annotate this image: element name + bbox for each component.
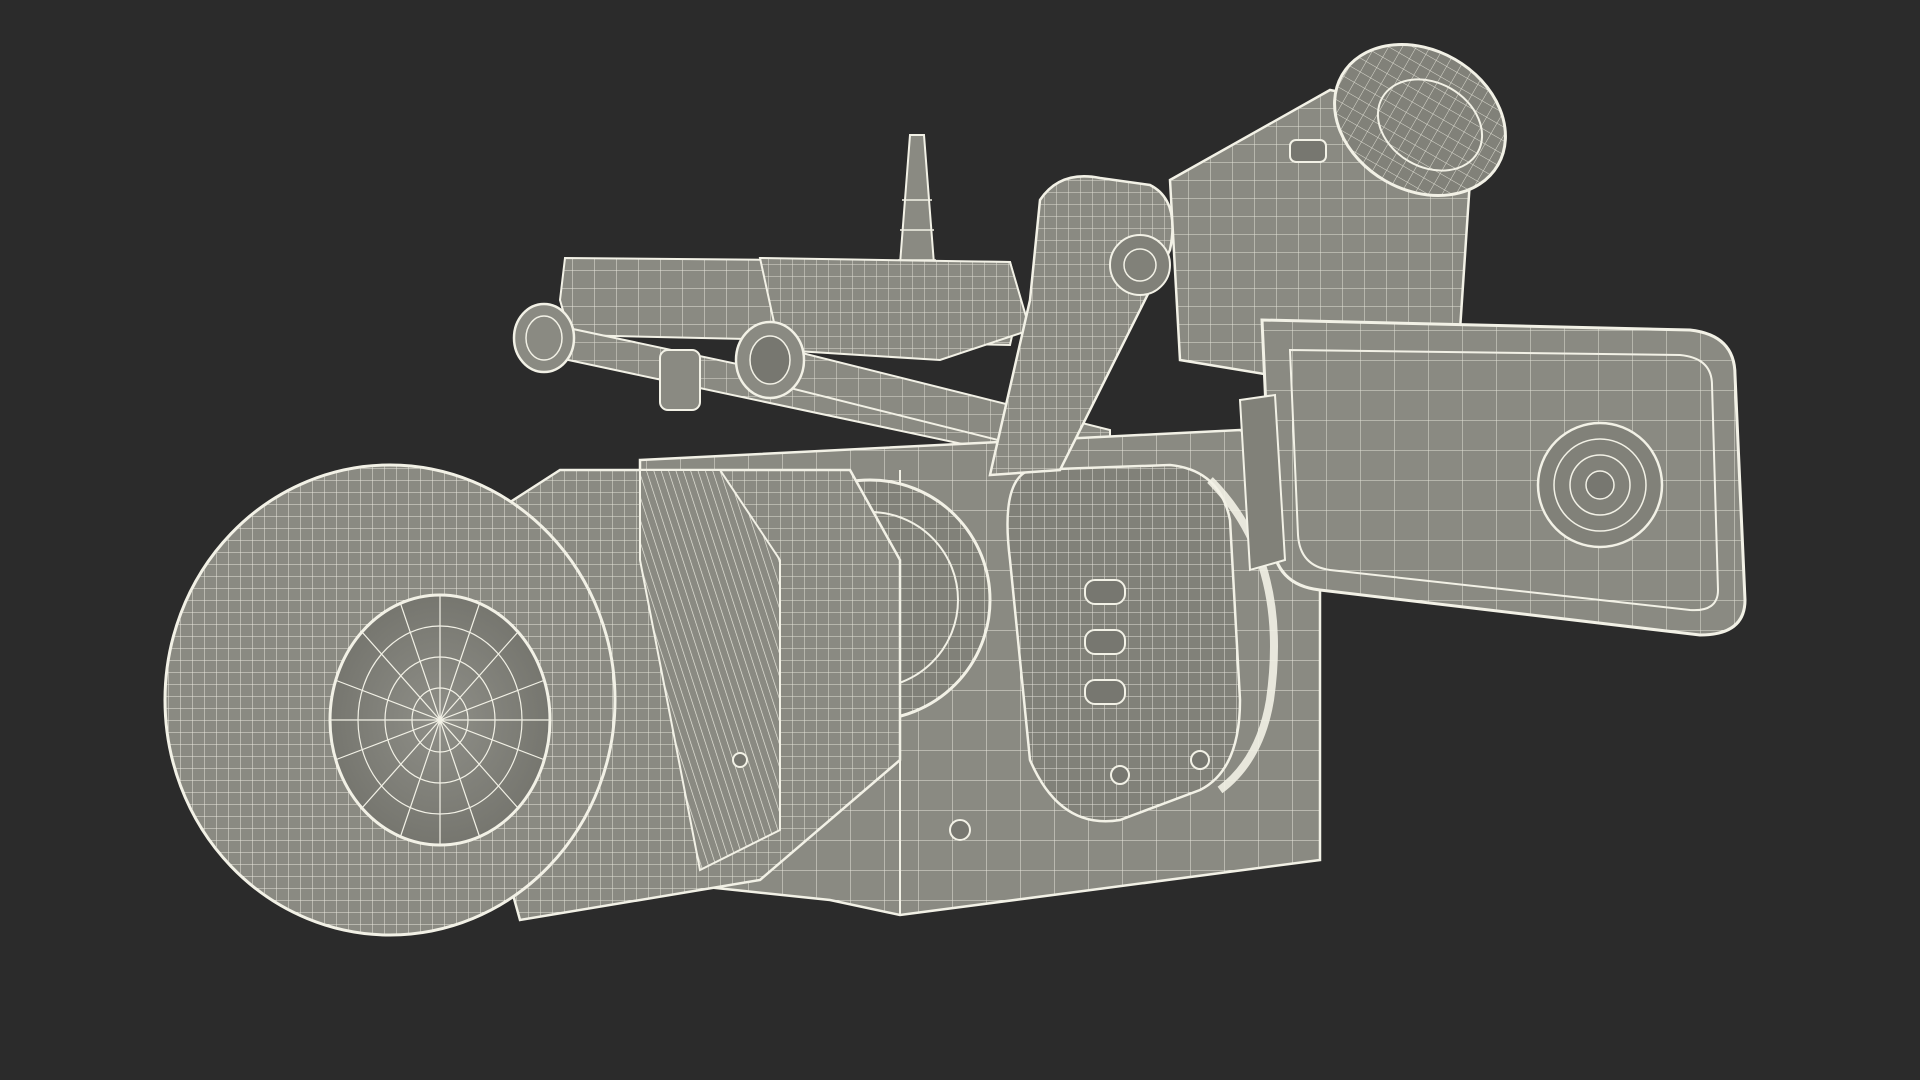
lens-glass-wires xyxy=(330,595,550,845)
monitor-screen xyxy=(1238,318,1747,637)
camera-render xyxy=(163,43,1747,937)
grip-buttons xyxy=(1084,579,1126,705)
render-viewport xyxy=(0,0,1920,1080)
lens-front xyxy=(163,463,617,937)
monitor-dial xyxy=(1536,421,1664,549)
